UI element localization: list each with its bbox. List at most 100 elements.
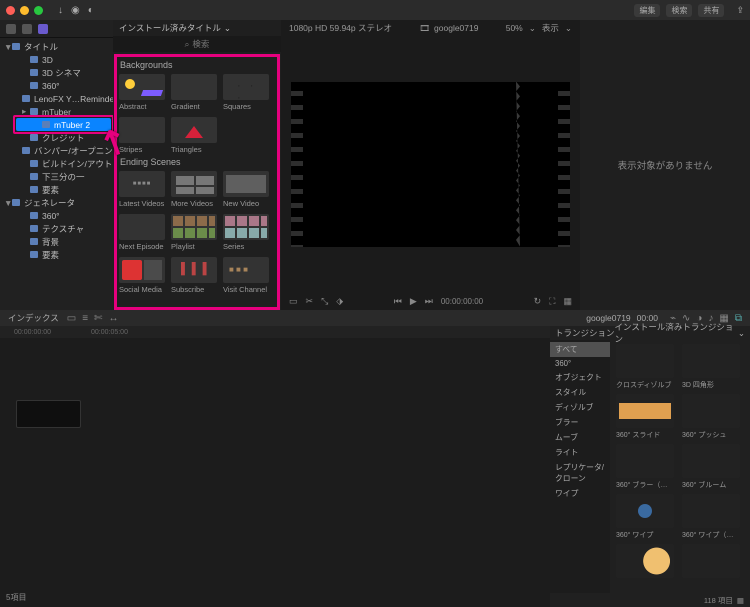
share-icon[interactable]: ⇪	[736, 5, 744, 16]
transitions-label: トランジション	[555, 327, 615, 339]
close-window-button[interactable]	[6, 6, 15, 15]
title-thumbnail[interactable]: Latest Videos	[119, 171, 165, 208]
sidebar-item[interactable]: 360°	[0, 209, 113, 222]
viewer: 1080p HD 59.94p ステレオ 🎞 google0719 50% ⌄ …	[281, 20, 580, 310]
loop-icon[interactable]: ↻	[534, 296, 542, 307]
title-thumbnail[interactable]: Gradient	[171, 74, 217, 111]
view-options-icon[interactable]: ▦	[563, 296, 572, 307]
transition-category[interactable]: ライト	[550, 445, 610, 460]
title-thumbnail[interactable]: Series	[223, 214, 269, 251]
sidebar-item[interactable]: 360°	[0, 79, 113, 92]
title-thumbnail[interactable]: Visit Channel	[223, 257, 269, 294]
transition-category[interactable]: ワイプ	[550, 486, 610, 501]
sidebar-item[interactable]: バンパー/オープニング	[0, 144, 113, 157]
film-icon: 🎞	[419, 23, 430, 34]
section-title: Ending Scenes	[120, 157, 275, 167]
browser-search[interactable]: ⌕ 検索	[113, 36, 281, 52]
tool-position-icon[interactable]: ↔	[108, 313, 118, 324]
transition-thumbnail[interactable]: 360° スライド	[616, 394, 674, 440]
title-thumbnail[interactable]: Triangles	[171, 117, 217, 154]
tool-select-icon[interactable]: ▭	[289, 296, 298, 307]
bg-tasks-icon[interactable]: ◐	[88, 5, 94, 16]
inspector-empty: 表示対象がありません	[618, 158, 713, 172]
transition-category[interactable]: レプリケータ/クローン	[550, 460, 610, 486]
window-traffic-lights	[6, 6, 43, 15]
library-tab-icon[interactable]	[6, 24, 16, 34]
keyword-icon[interactable]: ◉	[71, 5, 80, 16]
photos-tab-icon[interactable]	[22, 24, 32, 34]
fullscreen-icon[interactable]: ⛶	[549, 296, 555, 307]
timeline[interactable]: 00:00:00:00 00:00:05:00 5項目	[0, 326, 550, 607]
import-icon[interactable]: ↓	[58, 5, 63, 16]
chevron-down-icon[interactable]: ⌄	[529, 23, 536, 34]
sidebar-item[interactable]: 要素	[0, 183, 113, 196]
sidebar-item[interactable]: 要素	[0, 248, 113, 261]
title-thumbnail[interactable]: New Video	[223, 171, 269, 208]
tool-color-icon[interactable]: ⬗	[336, 296, 343, 307]
transition-thumbnail[interactable]: 360° ワイプ（円形）	[682, 494, 740, 540]
timeline-clip[interactable]	[16, 400, 81, 428]
transition-category[interactable]: 360°	[550, 357, 610, 370]
sidebar-item[interactable]: 3D シネマ	[0, 66, 113, 79]
ruler-mark: 00:00:05:00	[91, 329, 128, 336]
mode-pill-3[interactable]: 共有	[698, 4, 724, 17]
tool-transform-icon[interactable]: ⤡	[321, 296, 328, 307]
go-start-icon[interactable]: ⏮	[394, 296, 402, 307]
transition-category[interactable]: オブジェクト	[550, 370, 610, 385]
transition-thumbnail[interactable]: 360° プッシュ	[682, 394, 740, 440]
title-thumbnail[interactable]: Subscribe	[171, 257, 217, 294]
title-thumbnail[interactable]: More Videos	[171, 171, 217, 208]
title-thumbnail[interactable]: Next Episode	[119, 214, 165, 251]
transition-thumbnail[interactable]: 3D 四角形	[682, 344, 740, 390]
tool-crop-icon[interactable]: ✂	[306, 296, 314, 307]
mode-pill-1[interactable]: 編集	[634, 4, 660, 17]
transitions-browser: トランジション インストール済みトランジション ⌄ すべて360°オブジェクトス…	[550, 326, 750, 607]
sidebar-item[interactable]: テクスチャ	[0, 222, 113, 235]
fullscreen-window-button[interactable]	[34, 6, 43, 15]
tool-blade-icon[interactable]: ✄	[94, 313, 102, 324]
sidebar-tree[interactable]: ▼タイトル3D3D シネマ360°LenoFX Y…Reminder▸mTube…	[0, 38, 113, 310]
sidebar-item[interactable]: 背景	[0, 235, 113, 248]
sidebar-item[interactable]: 3D	[0, 53, 113, 66]
transition-thumbnail[interactable]: クロスディゾルブ	[616, 344, 674, 390]
title-thumbnail[interactable]: Abstract	[119, 74, 165, 111]
transition-category[interactable]: ムーブ	[550, 430, 610, 445]
transition-category[interactable]: スタイル	[550, 385, 610, 400]
transition-category[interactable]: すべて	[550, 342, 610, 357]
sidebar-item[interactable]: mTuber 2	[0, 118, 113, 131]
chevron-down-icon[interactable]: ⌄	[738, 328, 745, 339]
grid-view-icon[interactable]: ▦	[737, 596, 744, 605]
browser-dropdown-icon[interactable]: ⌄	[224, 23, 231, 34]
title-thumbnail[interactable]: Stripes	[119, 117, 165, 154]
sidebar-item[interactable]: ビルドイン/アウト	[0, 157, 113, 170]
tool-pointer-icon[interactable]: ▭	[67, 313, 76, 324]
transition-category[interactable]: ディゾルブ	[550, 400, 610, 415]
title-thumbnail[interactable]: Squares	[223, 74, 269, 111]
title-thumbnail[interactable]: Playlist	[171, 214, 217, 251]
index-button[interactable]: インデックス	[8, 312, 59, 324]
transition-category[interactable]: ブラー	[550, 415, 610, 430]
sidebar-item[interactable]: 下三分の一	[0, 170, 113, 183]
sidebar-item[interactable]: ▼タイトル	[0, 40, 113, 53]
transition-thumbnail[interactable]: 360° ブラー（ガウス）	[616, 444, 674, 490]
minimize-window-button[interactable]	[20, 6, 29, 15]
transitions-grid[interactable]: クロスディゾルブ3D 四角形360° スライド360° プッシュ360° ブラー…	[610, 340, 750, 593]
transition-thumbnail[interactable]: 360° ブルーム	[682, 444, 740, 490]
transition-thumbnail[interactable]	[616, 544, 674, 580]
transition-thumbnail[interactable]	[682, 544, 740, 580]
transition-thumbnail[interactable]: 360° ワイプ	[616, 494, 674, 540]
tool-trim-icon[interactable]: ≡	[82, 313, 88, 324]
sidebar-item[interactable]: ▼ジェネレータ	[0, 196, 113, 209]
transitions-categories[interactable]: すべて360°オブジェクトスタイルディゾルブブラームーブライトレプリケータ/クロ…	[550, 340, 610, 593]
titles-tab-icon[interactable]	[38, 24, 48, 34]
play-icon[interactable]: ▶	[410, 296, 417, 307]
viewer-zoom[interactable]: 50%	[506, 23, 523, 33]
viewer-controls: ▭ ✂ ⤡ ⬗ ⏮ ▶ ⏭ 00:00:00:00 ↻ ⛶ ▦	[281, 292, 580, 310]
viewer-display[interactable]: 表示	[542, 22, 559, 34]
go-end-icon[interactable]: ⏭	[425, 296, 433, 307]
title-thumbnail[interactable]: Social Media	[119, 257, 165, 294]
viewer-canvas[interactable]	[303, 82, 558, 247]
sidebar-item[interactable]: LenoFX Y…Reminder	[0, 92, 113, 105]
chevron-down-icon[interactable]: ⌄	[565, 23, 572, 34]
mode-pill-2[interactable]: 検索	[666, 4, 692, 17]
